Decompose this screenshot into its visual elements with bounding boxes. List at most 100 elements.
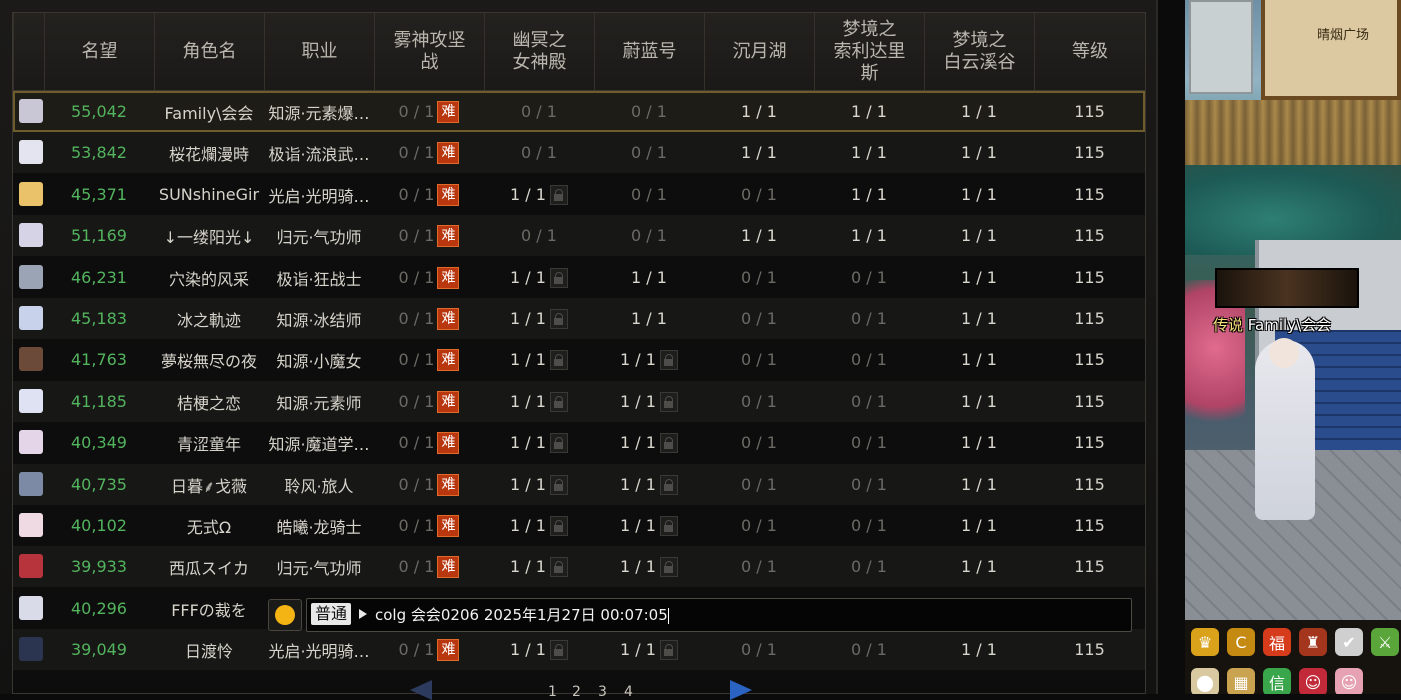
cell-job: 知源·冰结师 [264,298,374,339]
d4-value: 0 / 1 [741,516,777,535]
page-2[interactable]: 2 [572,684,581,700]
d3-value: 0 / 1 [631,102,667,121]
chat-channel-selector[interactable]: 普通 [311,603,352,625]
crown-icon[interactable]: ♛ [1191,628,1219,656]
sword-icon[interactable]: ⚔ [1371,628,1399,656]
table-row[interactable]: 46,231 穴染的风采 极诣·狂战士 0 / 1难1 / 11 / 10 / 10 … [13,257,1145,298]
hard-mode-badge: 难 [437,224,460,247]
d4-value: 1 / 1 [741,143,777,162]
pet-portrait-icon[interactable]: ☺ [1335,668,1363,694]
d6-value: 1 / 1 [961,350,997,369]
fortune-icon[interactable]: 福 [1263,628,1291,656]
cell-d6: 1 / 1 [924,257,1034,298]
table-row[interactable]: 41,185 桔梗之恋 知源·元素师 0 / 1难1 / 11 / 10 / 10 /… [13,381,1145,422]
cell-name: 冰之軌迹 [154,298,264,339]
menu-grid-icon[interactable]: ▦ [1227,668,1255,694]
minimap-location-label: 晴烟广场 [1317,28,1370,43]
column-header-name[interactable]: 角色名 [154,13,264,90]
fame-value: 45,183 [71,309,127,328]
job-value: 知源·小魔女 [276,351,362,371]
quest-check-icon[interactable]: ✔ [1335,628,1363,656]
table-row[interactable]: 51,169 ↓一缕阳光↓ 归元·气功师 0 / 1难0 / 10 / 11 / 11… [13,215,1145,256]
game-viewport[interactable]: 晴烟广场 传说 Family\会会 ♛ C 福 ♜ ✔ ⚔ ⬤ ▦ 信 ☺ ☺ [1185,0,1401,694]
d6-value: 1 / 1 [961,226,997,245]
d3-value: 0 / 1 [631,143,667,162]
d4-value: 0 / 1 [741,309,777,328]
emoji-button[interactable] [268,599,302,631]
column-header-avatar[interactable] [13,13,44,90]
chat-input[interactable]: 普通 colg 会会0206 2025年1月27日 00:07:05 [306,598,1132,632]
table-row[interactable]: 55,042 Family\会会 知源·元素爆… 0 / 1难0 / 10 / 11 … [13,91,1145,132]
table-row[interactable]: 40,102 无式Ω 皓曦·龙骑士 0 / 1难1 / 11 / 10 / 10 / … [13,505,1145,546]
d3-value: 1 / 1 [620,640,656,659]
cell-d3: 1 / 1 [594,629,704,670]
name-value: 夢桜無尽の夜 [160,351,257,371]
d5-value: 0 / 1 [851,268,887,287]
cell-job: 极诣·狂战士 [264,257,374,298]
coin-c-icon[interactable]: C [1227,628,1255,656]
page-3[interactable]: 3 [598,684,607,700]
column-header-d2[interactable]: 幽冥之 女神殿 [484,13,594,90]
d5-value: 0 / 1 [851,516,887,535]
cell-fame: 55,042 [44,91,154,132]
table-row[interactable]: 40,349 青涩童年 知源·魔道学… 0 / 1难1 / 11 / 10 / 10 … [13,422,1145,463]
page-4[interactable]: 4 [624,684,633,700]
minimap[interactable]: 晴烟广场 [1261,0,1401,100]
name-value: FFFの裁を [171,600,247,620]
d2-value: 1 / 1 [510,557,546,576]
job-value: 知源·冰结师 [276,310,362,330]
fame-value: 51,169 [71,226,127,245]
cell-d5: 1 / 1 [814,174,924,215]
prev-page-arrow-icon[interactable] [410,680,432,700]
table-row[interactable]: 45,371 SUNshineGir 光启·光明骑… 0 / 1难1 / 10 / 1… [13,174,1145,215]
name-value: 西瓜スイカ [168,558,249,578]
cell-d4: 1 / 1 [704,215,814,256]
table-row[interactable]: 40,735 日暮⸙戈薇 聆风·旅人 0 / 1难1 / 11 / 10 / 10 /… [13,464,1145,505]
fame-value: 39,933 [71,557,127,576]
cell-job: 知源·元素爆… [264,91,374,132]
cell-fame: 51,169 [44,215,154,256]
table-row[interactable]: 39,933 西瓜スイカ 归元·气功师 0 / 1难1 / 11 / 10 / 10 … [13,546,1145,587]
chat-bar: 普通 colg 会会0206 2025年1月27日 00:07:05 [268,598,1132,632]
column-header-fame[interactable]: 名望 [44,13,154,90]
cell-name: 青涩童年 [154,422,264,463]
next-page-arrow-icon[interactable] [730,680,752,700]
column-header-level[interactable]: 等级 [1034,13,1145,90]
cell-d2: 1 / 1 [484,422,594,463]
level-value: 115 [1074,102,1105,121]
lock-icon [549,308,568,329]
character-avatar-icon [19,182,43,206]
pagination: 1 2 3 4 [410,678,760,700]
d3-value: 1 / 1 [631,268,667,287]
lock-icon [659,349,678,370]
d2-value: 0 / 1 [521,143,557,162]
fame-value: 41,185 [71,392,127,411]
column-header-d3[interactable]: 蔚蓝号 [594,13,704,90]
table-row[interactable]: 39,049 日渡怜 光启·光明骑… 0 / 1难1 / 11 / 10 / 10 /… [13,629,1145,670]
column-header-job[interactable]: 职业 [264,13,374,90]
chest-icon[interactable]: ♜ [1299,628,1327,656]
d5-value: 0 / 1 [851,557,887,576]
table-row[interactable]: 53,842 桜花爛漫時 极诣·流浪武… 0 / 1难0 / 10 / 11 / 11… [13,132,1145,173]
cell-fame: 46,231 [44,257,154,298]
letter-icon[interactable]: 信 [1263,668,1291,694]
character-portrait-icon[interactable]: ☺ [1299,668,1327,694]
cell-name: ↓一缕阳光↓ [154,215,264,256]
name-value: ↓一缕阳光↓ [163,227,255,247]
cell-d5: 0 / 1 [814,546,924,587]
column-header-d1[interactable]: 雾神攻坚 战 [374,13,484,90]
table-row[interactable]: 45,183 冰之軌迹 知源·冰结师 0 / 1难1 / 11 / 10 / 10 /… [13,298,1145,339]
cell-fame: 40,102 [44,505,154,546]
column-header-d6[interactable]: 梦境之 白云溪谷 [924,13,1034,90]
location-pin-icon[interactable]: ⬤ [1191,668,1219,694]
cell-job: 皓曦·龙骑士 [264,505,374,546]
table-row[interactable]: 41,763 夢桜無尽の夜 知源·小魔女 0 / 1难1 / 11 / 10 / 10… [13,339,1145,380]
cell-level: 115 [1034,132,1145,173]
d2-value: 1 / 1 [510,350,546,369]
page-1[interactable]: 1 [548,684,557,700]
column-header-d4[interactable]: 沉月湖 [704,13,814,90]
character-avatar-icon [19,596,43,620]
column-header-d5[interactable]: 梦境之 索利达里 斯 [814,13,924,90]
name-value: 穴染的风采 [168,269,249,289]
name-value: 青涩童年 [176,434,241,454]
